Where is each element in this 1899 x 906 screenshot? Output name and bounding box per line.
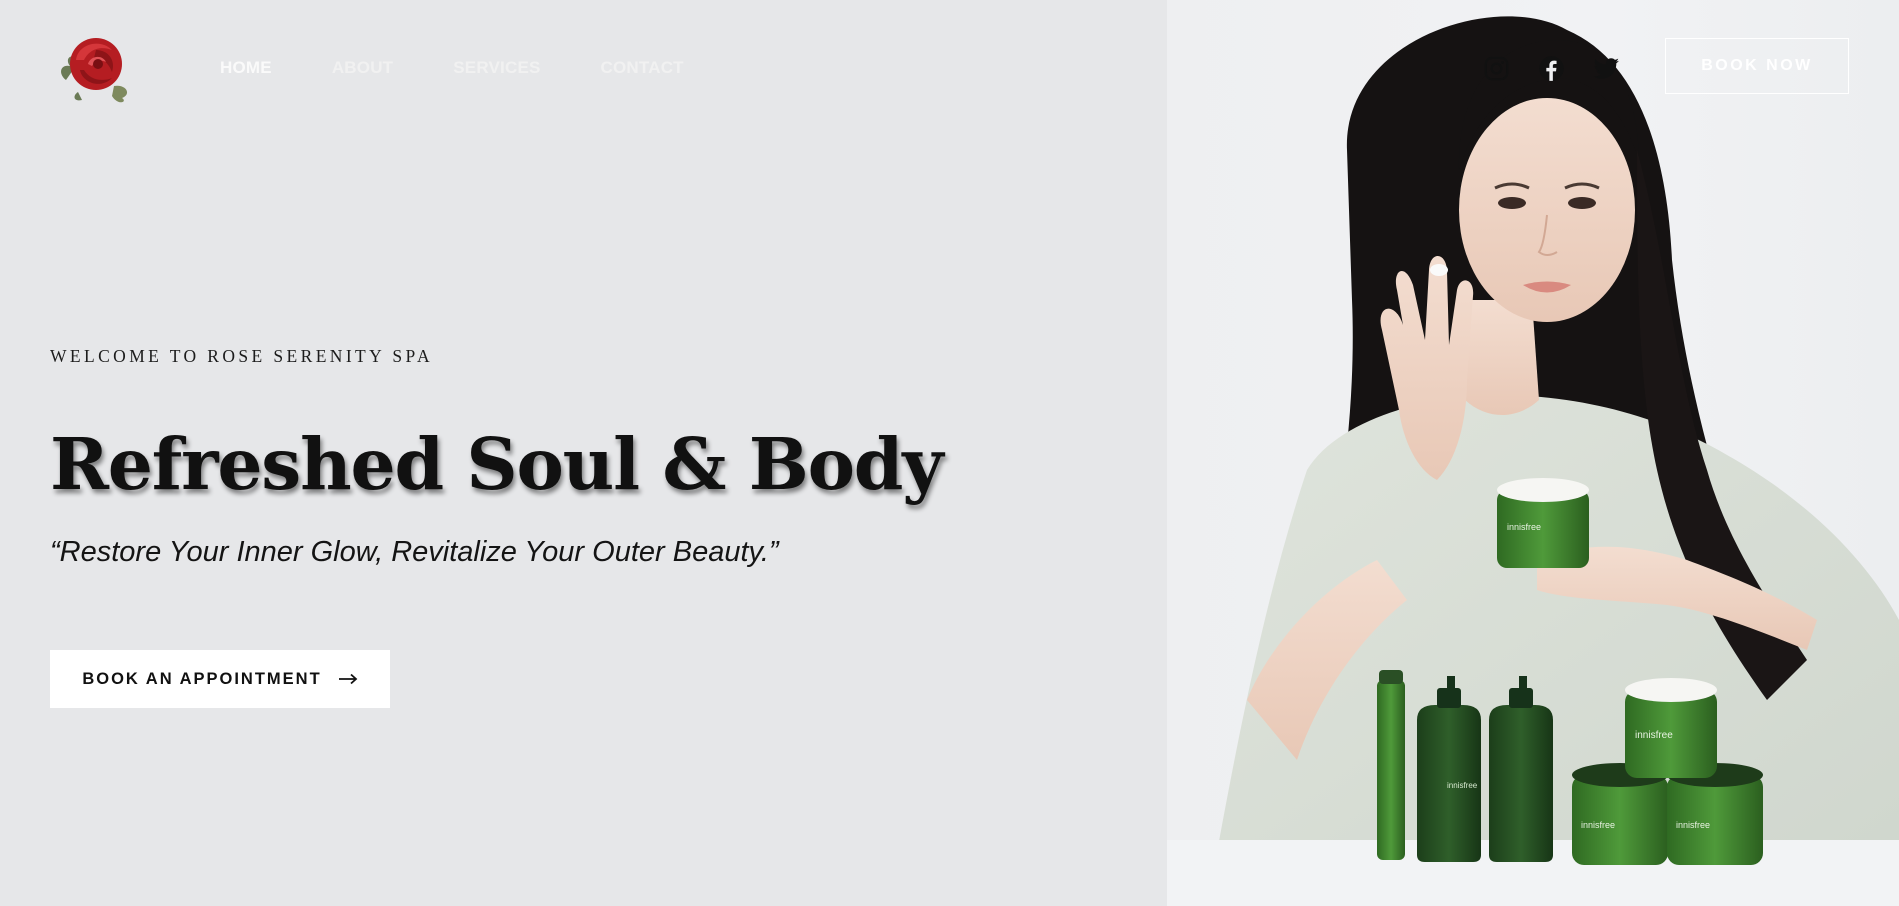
hero-tagline: “Restore Your Inner Glow, Revitalize You…	[50, 536, 779, 568]
instagram-icon[interactable]	[1483, 55, 1510, 82]
book-now-button[interactable]: BOOK NOW	[1665, 38, 1849, 94]
facebook-icon[interactable]	[1538, 55, 1565, 82]
nav-contact-link[interactable]: CONTACT	[601, 56, 684, 80]
social-links	[1483, 55, 1620, 82]
stacked-jar-label: innisfree	[1635, 730, 1673, 741]
nav-services-link[interactable]: SERVICES	[453, 56, 540, 80]
held-jar-label: innisfree	[1507, 522, 1541, 532]
jar-label-right: innisfree	[1676, 820, 1710, 830]
main-navigation: HOME ABOUT SERVICES CONTACT	[220, 56, 684, 80]
hero-eyebrow: WELCOME TO ROSE SERENITY SPA	[50, 346, 434, 366]
book-appointment-label: BOOK AN APPOINTMENT	[82, 669, 322, 688]
twitter-icon[interactable]	[1593, 55, 1620, 82]
model-with-products-image: innisfree innisfree innisfree innisfree …	[1167, 16, 1899, 906]
nav-about-link[interactable]: ABOUT	[332, 56, 393, 80]
book-appointment-button[interactable]: BOOK AN APPOINTMENT	[50, 650, 390, 708]
arrow-right-icon	[338, 673, 358, 685]
nav-home-link[interactable]: HOME	[220, 56, 272, 80]
hero-photo: innisfree innisfree innisfree innisfree …	[1167, 0, 1899, 906]
rose-logo-icon[interactable]	[56, 30, 136, 104]
jar-label-left: innisfree	[1581, 820, 1615, 830]
serum-label: innisfree	[1447, 781, 1478, 790]
hero-headline: Refreshed Soul & Body	[50, 422, 943, 506]
